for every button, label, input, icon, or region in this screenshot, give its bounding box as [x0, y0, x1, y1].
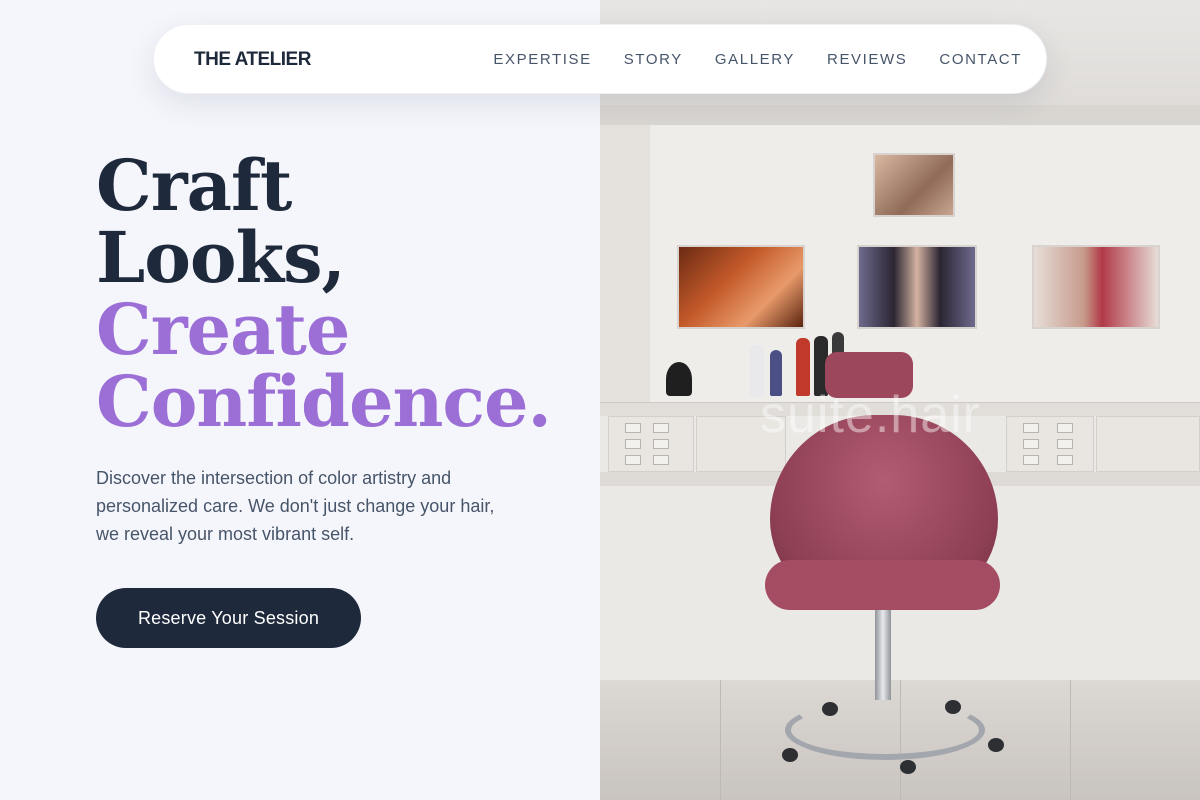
brand-logo[interactable]: THE ATELIER	[194, 49, 311, 71]
headline-line-1: Craft	[96, 144, 292, 227]
headline-line-2: Looks,	[96, 216, 346, 299]
nav-item-expertise[interactable]: EXPERTISE	[493, 51, 591, 68]
nav-item-contact[interactable]: CONTACT	[939, 51, 1022, 68]
wall-portrait-left	[677, 245, 805, 329]
top-nav: THE ATELIER EXPERTISE STORY GALLERY REVI…	[153, 24, 1047, 94]
nav-item-story[interactable]: STORY	[624, 51, 683, 68]
salon-photo: suite.hair	[600, 0, 1200, 800]
hero-headline: Craft Looks, Create Confidence.	[96, 144, 552, 443]
nav-menu: EXPERTISE STORY GALLERY REVIEWS CONTACT	[493, 51, 1022, 68]
hero-section: Craft Looks, Create Confidence. Discover…	[0, 0, 600, 800]
reserve-session-button[interactable]: Reserve Your Session	[96, 588, 361, 648]
headline-line-3: Create	[96, 288, 350, 371]
nav-item-gallery[interactable]: GALLERY	[715, 51, 795, 68]
photo-watermark: suite.hair	[760, 386, 981, 444]
wall-portrait-center	[857, 245, 977, 329]
wall-portrait-right	[1032, 245, 1160, 329]
hero-subtext: Discover the intersection of color artis…	[96, 468, 495, 544]
nav-item-reviews[interactable]: REVIEWS	[827, 51, 907, 68]
headline-line-4: Confidence.	[96, 360, 552, 443]
wall-portrait-top	[873, 153, 955, 217]
